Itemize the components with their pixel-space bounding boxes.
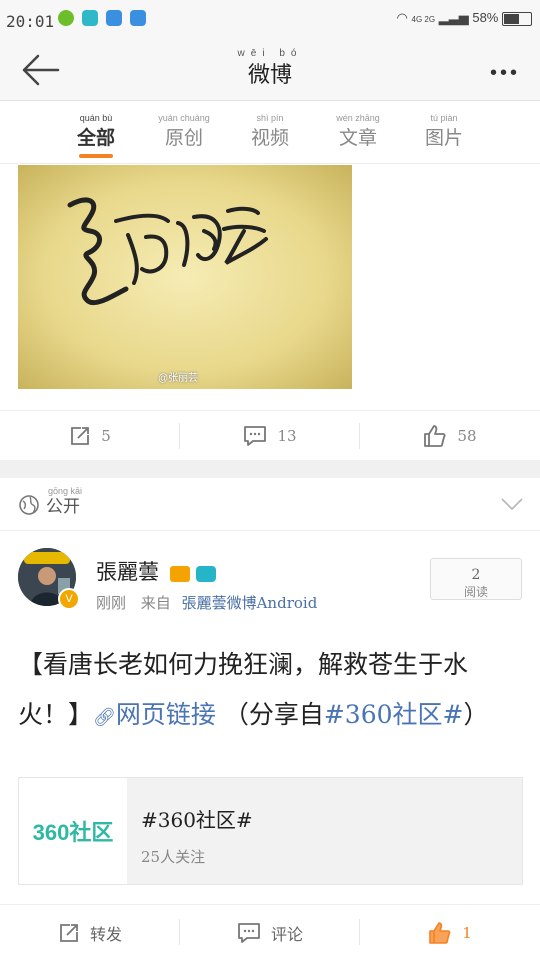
comment-icon bbox=[238, 923, 260, 943]
active-tab-indicator bbox=[79, 154, 113, 158]
watermark: @张丽芸 bbox=[158, 373, 199, 384]
more-icon: ••• bbox=[489, 62, 520, 84]
tab-all[interactable]: quán bù 全部 bbox=[51, 113, 141, 158]
comment-icon bbox=[244, 426, 267, 446]
repost-icon bbox=[60, 924, 78, 942]
wifi-icon: ◠ bbox=[396, 10, 408, 25]
feed-gap bbox=[0, 460, 540, 478]
thumbs-up-icon bbox=[424, 425, 447, 447]
tab-video[interactable]: shì pín 视频 bbox=[225, 113, 315, 150]
post-time: 刚刚 bbox=[96, 594, 127, 612]
tab-label: 文章 bbox=[338, 127, 377, 149]
repost-label: 转发 bbox=[89, 925, 122, 944]
top-bar: wēi bó 微博 ••• bbox=[0, 40, 540, 101]
filter-tabs: quán bù 全部 yuán chuàng 原创 shì pín 视频 wén… bbox=[0, 101, 540, 164]
repost-button[interactable]: 转发 bbox=[0, 905, 180, 961]
comment-button[interactable]: 13 bbox=[180, 411, 360, 461]
status-bar: 20:01 ◠ 4G 2G ▂▃▅ 58% bbox=[0, 0, 540, 40]
camera-icon bbox=[196, 565, 217, 582]
battery-icon bbox=[502, 11, 532, 26]
visibility-label: 公开 bbox=[46, 497, 80, 517]
more-menu-button[interactable]: ••• bbox=[490, 62, 520, 85]
signal-icon: ▂▃▅ bbox=[438, 10, 469, 25]
web-link[interactable]: 🔗︎网页链接 bbox=[93, 700, 216, 729]
username[interactable]: 張麗蕓 bbox=[96, 556, 217, 586]
tab-article[interactable]: wén zhāng 文章 bbox=[313, 113, 403, 150]
tab-label: 全部 bbox=[76, 127, 115, 149]
tab-pinyin: tú piàn bbox=[430, 113, 458, 123]
post-visibility-row: gōng kāi 公开 bbox=[0, 478, 540, 531]
page-title: wēi bó 微博 bbox=[0, 48, 540, 89]
like-count: 58 bbox=[457, 427, 477, 445]
tab-pinyin: yuán chuàng bbox=[158, 113, 210, 123]
post-meta: 刚刚 来自 張麗蕓微博Android bbox=[96, 592, 317, 613]
topic-card[interactable]: 360社区 #360社区# 25人关注 bbox=[18, 777, 523, 885]
scan-icon bbox=[82, 10, 98, 26]
post-close-paren: ） bbox=[463, 700, 489, 729]
repost-count: 5 bbox=[101, 427, 111, 445]
like-button[interactable]: 1 bbox=[360, 905, 540, 961]
like-button[interactable]: 58 bbox=[360, 411, 540, 461]
tab-picture[interactable]: tú piàn 图片 bbox=[399, 113, 489, 150]
web-link-text: 网页链接 bbox=[115, 700, 216, 729]
signature-artwork bbox=[67, 197, 268, 305]
link-icon: 🔗︎ bbox=[93, 707, 116, 728]
repost-icon bbox=[71, 427, 90, 445]
tab-original[interactable]: yuán chuàng 原创 bbox=[139, 113, 229, 150]
verified-badge-icon: V bbox=[58, 588, 80, 610]
tab-pinyin: quán bù bbox=[79, 113, 113, 123]
thumbs-up-icon bbox=[429, 922, 451, 944]
post-actions: 转发 评论 1 bbox=[0, 904, 540, 961]
read-label: 阅读 bbox=[463, 585, 488, 599]
network-label: 4G 2G bbox=[411, 15, 436, 24]
from-label: 来自 bbox=[140, 594, 171, 612]
tab-label: 原创 bbox=[164, 127, 203, 149]
page-title-text: 微博 bbox=[247, 63, 292, 88]
username-text: 張麗蕓 bbox=[96, 560, 159, 584]
battery-percent: 58% bbox=[472, 10, 499, 25]
repost-button[interactable]: 5 bbox=[0, 411, 180, 461]
status-time: 20:01 bbox=[6, 12, 55, 31]
crown-vip-icon bbox=[169, 565, 190, 582]
status-right: ◠ 4G 2G ▂▃▅ 58% bbox=[397, 10, 532, 26]
hashtag-link[interactable]: #360社区# bbox=[324, 700, 464, 729]
post-share-text: （分享自 bbox=[223, 700, 324, 729]
topic-followers: 25人关注 bbox=[141, 848, 206, 866]
comment-count: 13 bbox=[277, 427, 297, 445]
post-source[interactable]: 張麗蕓微博Android bbox=[182, 594, 318, 612]
tab-label: 图片 bbox=[424, 127, 463, 149]
read-count-box: 2 阅读 bbox=[430, 558, 522, 600]
add-circle-icon bbox=[58, 10, 74, 26]
topic-logo: 360社区 bbox=[19, 778, 127, 884]
weather-icon bbox=[130, 10, 146, 26]
tab-label: 视频 bbox=[250, 127, 289, 149]
tab-pinyin: wén zhāng bbox=[336, 113, 380, 123]
comment-button[interactable]: 评论 bbox=[180, 905, 360, 961]
globe-icon bbox=[19, 495, 39, 515]
chevron-down-icon[interactable] bbox=[500, 496, 524, 512]
topic-logo-text: 360社区 bbox=[32, 820, 114, 845]
post-body: 【看唐长老如何力挽狂澜，解救苍生于水火！】🔗︎网页链接 （分享自#360社区#） bbox=[18, 640, 522, 743]
topic-title: #360社区# bbox=[141, 808, 253, 832]
post-image[interactable]: @张丽芸 bbox=[18, 165, 352, 389]
weather-icon bbox=[106, 10, 122, 26]
tab-pinyin: shì pín bbox=[256, 113, 284, 123]
prev-post-actions: 5 13 58 bbox=[0, 410, 540, 461]
read-count: 2 bbox=[471, 567, 481, 583]
like-count: 1 bbox=[462, 924, 472, 942]
comment-label: 评论 bbox=[270, 925, 303, 944]
